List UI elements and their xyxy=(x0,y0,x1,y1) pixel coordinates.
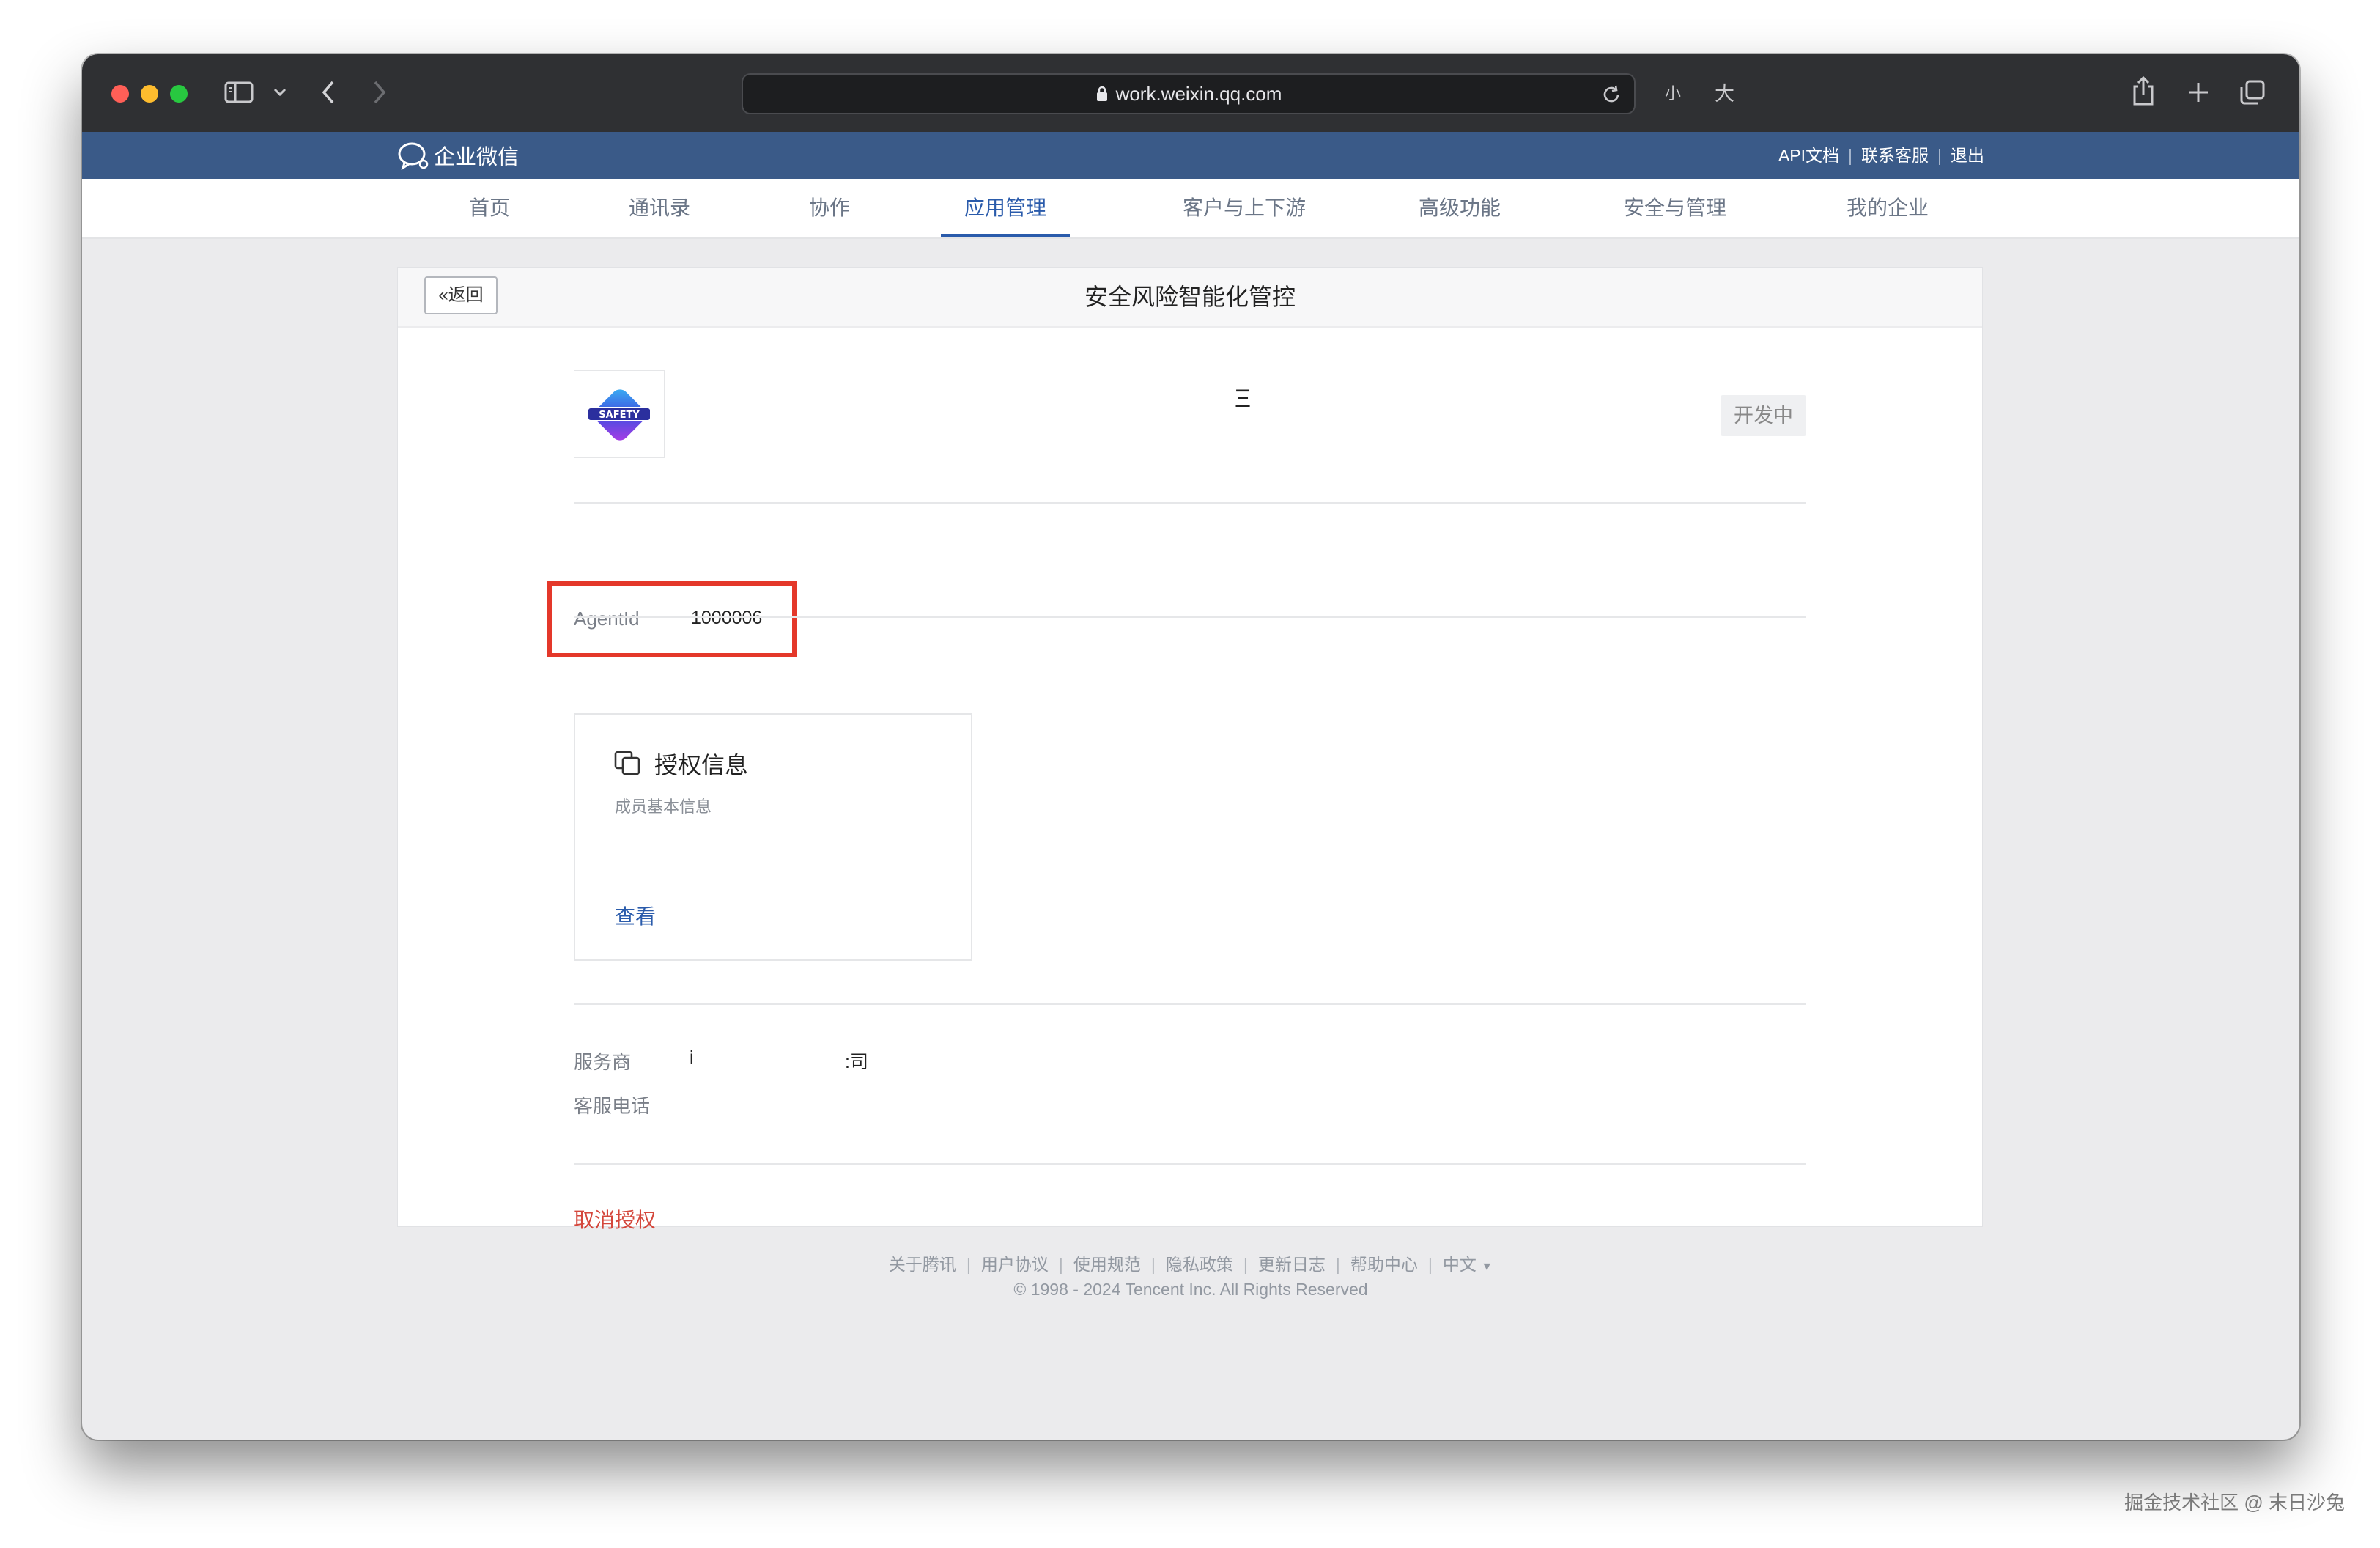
copyright: © 1998 - 2024 Tencent Inc. All Rights Re… xyxy=(1013,1280,1368,1299)
app-detail-card: 安全风险智能化管控 «返回 SAFETY Ξ 开发中 AgentId 10000… xyxy=(397,267,1983,1231)
nav-item-customers[interactable]: 客户与上下游 xyxy=(1156,179,1332,237)
caret-down-icon: ▼ xyxy=(1481,1261,1493,1273)
text-larger-button[interactable]: 大 xyxy=(1715,78,1734,106)
footer-changelog-link[interactable]: 更新日志 xyxy=(1258,1255,1326,1274)
footer-privacy-link[interactable]: 隐私政策 xyxy=(1166,1255,1233,1274)
header-links: API文档 | 联系客服 | 退出 xyxy=(1778,146,1984,165)
tabs-icon[interactable] xyxy=(2239,79,2266,106)
footer-about-link[interactable]: 关于腾讯 xyxy=(889,1255,956,1274)
api-docs-link[interactable]: API文档 xyxy=(1778,146,1839,165)
copy-icon xyxy=(614,751,640,775)
logout-link[interactable]: 退出 xyxy=(1951,146,1984,165)
divider xyxy=(574,1003,1806,1005)
app-name: Ξ xyxy=(1235,385,1252,413)
support-phone-label: 客服电话 xyxy=(574,1095,651,1117)
forward-arrow-icon[interactable] xyxy=(371,79,388,106)
double-chevron-left-icon: « xyxy=(438,285,448,305)
share-icon[interactable] xyxy=(2131,75,2156,107)
lock-icon xyxy=(1096,86,1107,101)
footer-links: 关于腾讯 | 用户协议 | 使用规范 | 隐私政策 | 更新日志 | 帮助中心 | 中文 ▼ xyxy=(888,1255,1493,1274)
nav-item-collaboration[interactable]: 协作 xyxy=(786,179,873,237)
provider-label: 服务商 xyxy=(574,1051,632,1073)
close-window-button[interactable] xyxy=(111,85,129,103)
nav-item-home[interactable]: 首页 xyxy=(446,179,533,237)
url-text: work.weixin.qq.com xyxy=(1115,83,1282,105)
address-bar[interactable]: work.weixin.qq.com xyxy=(742,73,1636,114)
browser-window: work.weixin.qq.com 小 大 企业微信 API文档 | 联系客服… xyxy=(82,54,2299,1440)
agentid-value: 1000006 xyxy=(691,608,763,628)
brand-logo[interactable]: 企业微信 xyxy=(397,138,519,173)
nav-item-advanced[interactable]: 高级功能 xyxy=(1401,179,1518,237)
browser-toolbar: work.weixin.qq.com 小 大 xyxy=(82,54,2299,132)
main-nav: 首页 通讯录 协作 应用管理 客户与上下游 高级功能 安全与管理 我的企业 xyxy=(82,179,2299,239)
provider-value-start: i xyxy=(690,1047,694,1068)
permission-card: 授权信息 成员基本信息 查看 xyxy=(574,713,972,961)
language-selector[interactable]: 中文 ▼ xyxy=(1443,1255,1493,1274)
minimize-window-button[interactable] xyxy=(141,85,158,103)
permission-subtitle: 成员基本信息 xyxy=(615,797,712,816)
brand-name: 企业微信 xyxy=(434,146,520,169)
nav-item-contacts[interactable]: 通讯录 xyxy=(608,179,711,237)
zoom-window-button[interactable] xyxy=(170,85,188,103)
app-header: 企业微信 API文档 | 联系客服 | 退出 xyxy=(82,132,2299,179)
nav-item-security[interactable]: 安全与管理 xyxy=(1602,179,1748,237)
divider xyxy=(574,1163,1806,1165)
watermark: 掘金技术社区 @ 末日沙兔 xyxy=(2124,1492,2345,1514)
status-badge: 开发中 xyxy=(1721,395,1806,436)
provider-value-end: :司 xyxy=(845,1052,868,1072)
chevron-down-icon[interactable] xyxy=(273,86,287,98)
app-logo: SAFETY xyxy=(574,370,665,458)
divider xyxy=(574,616,1806,618)
url-display: work.weixin.qq.com xyxy=(743,75,1634,113)
permission-title: 授权信息 xyxy=(654,752,749,778)
back-label: 返回 xyxy=(448,285,484,305)
app-logo-image: SAFETY xyxy=(587,389,651,441)
plus-icon[interactable] xyxy=(2187,81,2210,104)
nav-item-app-management[interactable]: 应用管理 xyxy=(941,179,1070,237)
back-button[interactable]: «返回 xyxy=(424,276,498,314)
view-permission-link[interactable]: 查看 xyxy=(615,901,656,930)
footer-terms-link[interactable]: 用户协议 xyxy=(981,1255,1049,1274)
back-arrow-icon[interactable] xyxy=(319,79,337,106)
card-header: 安全风险智能化管控 «返回 xyxy=(398,268,1982,328)
contact-support-link[interactable]: 联系客服 xyxy=(1861,146,1929,165)
language-label: 中文 xyxy=(1442,1255,1477,1274)
page-title: 安全风险智能化管控 xyxy=(1084,284,1296,310)
footer-usage-link[interactable]: 使用规范 xyxy=(1073,1255,1141,1274)
active-tab-indicator xyxy=(941,234,1070,237)
sidebar-icon[interactable] xyxy=(224,81,254,104)
nav-item-my-company[interactable]: 我的企业 xyxy=(1829,179,1946,237)
agentid-label: AgentId xyxy=(574,608,640,630)
wecom-icon xyxy=(398,142,429,170)
text-smaller-button[interactable]: 小 xyxy=(1665,81,1681,104)
reload-icon[interactable] xyxy=(1600,84,1622,106)
logo-text: SAFETY xyxy=(599,410,640,421)
divider xyxy=(574,502,1806,504)
cancel-authorization-link[interactable]: 取消授权 xyxy=(574,1204,656,1234)
footer-help-link[interactable]: 帮助中心 xyxy=(1350,1255,1418,1274)
